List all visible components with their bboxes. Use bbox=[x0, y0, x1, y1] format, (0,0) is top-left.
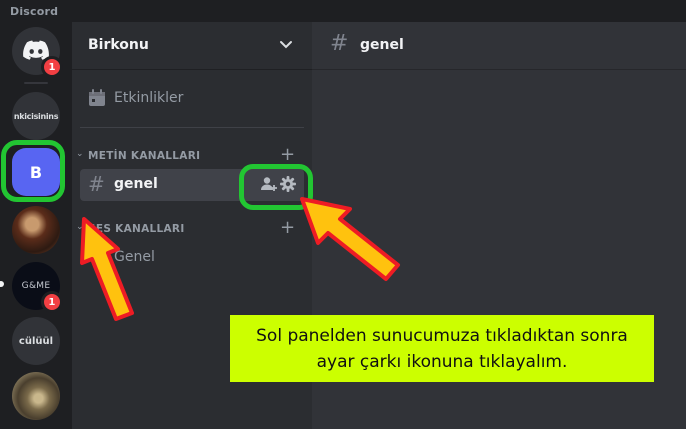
category-text-channels[interactable]: ⌄ METİN KANALLARI + bbox=[74, 144, 304, 165]
calendar-icon bbox=[89, 89, 105, 106]
server-nkicisinins[interactable]: nkicisinins bbox=[12, 92, 60, 140]
caret-down-icon: ⌄ bbox=[76, 149, 84, 159]
channel-label: genel bbox=[114, 176, 158, 192]
instruction-caption: Sol panelden sunucumuza tıkladıktan sonr… bbox=[230, 315, 654, 382]
chevron-down-icon bbox=[280, 41, 292, 49]
app-title: Discord bbox=[10, 5, 59, 18]
channel-header: # genel bbox=[312, 22, 686, 70]
server-name: Birkonu bbox=[88, 37, 149, 53]
server-game[interactable]: G&ME 1 bbox=[12, 262, 63, 313]
unread-indicator bbox=[0, 281, 4, 287]
server-label: cülüül bbox=[18, 335, 54, 347]
events-label: Etkinlikler bbox=[114, 90, 184, 106]
home-button[interactable]: 1 bbox=[12, 27, 63, 78]
hash-icon: # bbox=[88, 172, 105, 196]
notification-badge: 1 bbox=[41, 56, 63, 78]
arrow-up-left-icon bbox=[300, 197, 400, 281]
rail-divider bbox=[24, 82, 48, 84]
events-item[interactable]: Etkinlikler bbox=[80, 86, 304, 112]
server-header[interactable]: Birkonu bbox=[72, 22, 312, 70]
hash-icon: # bbox=[330, 31, 349, 56]
title-bar: Discord bbox=[0, 0, 686, 22]
add-channel-icon[interactable]: + bbox=[280, 144, 295, 165]
channel-title: genel bbox=[360, 37, 404, 53]
server-highlight-box bbox=[1, 140, 65, 202]
server-image-avatar[interactable] bbox=[12, 372, 60, 420]
notification-badge: 1 bbox=[41, 291, 63, 313]
server-label: nkicisinins bbox=[13, 111, 59, 121]
add-channel-icon[interactable]: + bbox=[280, 217, 295, 238]
server-rail: 1 nkicisinins B G&ME 1 cülüül bbox=[0, 22, 72, 429]
server-photo-avatar[interactable] bbox=[12, 206, 60, 254]
category-label: METİN KANALLARI bbox=[88, 150, 201, 162]
server-culuul[interactable]: cülüül bbox=[12, 317, 60, 365]
sidebar-divider bbox=[80, 127, 304, 128]
arrow-up-left-icon bbox=[80, 217, 134, 321]
server-label: G&ME bbox=[21, 281, 51, 291]
